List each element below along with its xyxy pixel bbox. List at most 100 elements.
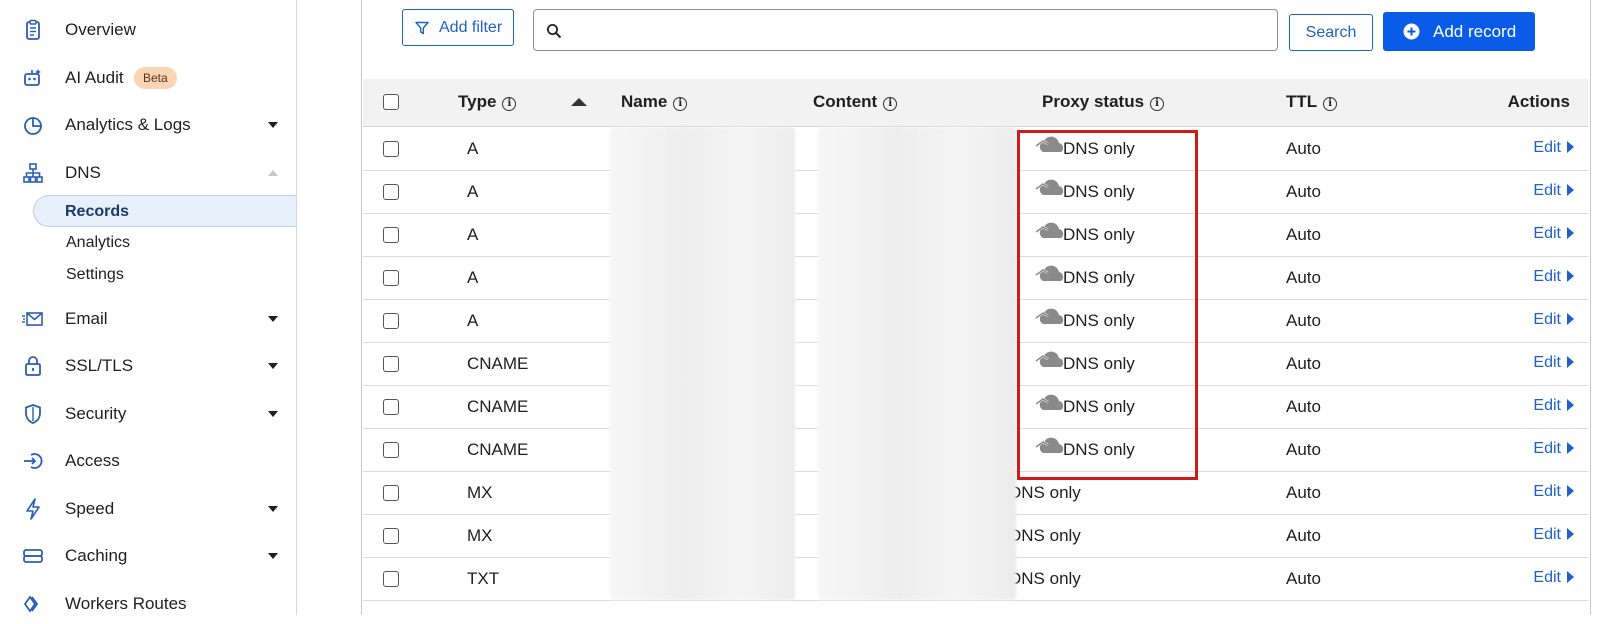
chevron-down-icon[interactable]: [268, 553, 278, 559]
search-field[interactable]: [533, 9, 1278, 51]
column-header-proxy-status[interactable]: Proxy status i: [1042, 92, 1165, 112]
edit-record-link[interactable]: Edit: [1533, 311, 1574, 329]
edit-record-link[interactable]: Edit: [1533, 526, 1574, 544]
edit-label: Edit: [1533, 354, 1561, 371]
record-type: CNAME: [467, 397, 529, 416]
row-checkbox[interactable]: [383, 442, 399, 458]
proxy-status: DNS only: [1009, 483, 1081, 502]
edit-label: Edit: [1533, 139, 1561, 156]
row-checkbox[interactable]: [383, 141, 399, 157]
sidebar-item-speed[interactable]: Speed: [0, 489, 296, 529]
row-checkbox[interactable]: [383, 313, 399, 329]
edit-record-link[interactable]: Edit: [1533, 354, 1574, 372]
caret-right-icon: [1567, 141, 1574, 153]
chevron-down-icon[interactable]: [268, 506, 278, 512]
record-type: A: [467, 182, 479, 201]
storage-icon: [22, 545, 44, 567]
sidebar-item-label: Caching: [65, 546, 128, 565]
edit-label: Edit: [1533, 526, 1561, 543]
network-tree-icon: [22, 162, 44, 184]
column-header-content[interactable]: Content i: [813, 92, 898, 112]
chevron-down-icon[interactable]: [268, 363, 278, 369]
ttl-value: Auto: [1286, 311, 1321, 330]
edit-label: Edit: [1533, 397, 1561, 414]
column-header-type[interactable]: Type i: [458, 92, 517, 112]
edit-record-link[interactable]: Edit: [1533, 182, 1574, 200]
proxy-status: DNS only: [1063, 268, 1135, 287]
sidebar-subitem-records[interactable]: Records: [33, 195, 296, 227]
column-header-actions: Actions: [1507, 92, 1570, 111]
row-checkbox[interactable]: [383, 227, 399, 243]
row-checkbox[interactable]: [383, 270, 399, 286]
info-icon[interactable]: i: [502, 97, 517, 111]
edit-record-link[interactable]: Edit: [1533, 139, 1574, 157]
search-button[interactable]: Search: [1289, 14, 1373, 51]
info-icon[interactable]: i: [1323, 97, 1338, 111]
sidebar-item-security[interactable]: Security: [0, 394, 296, 434]
sidebar-subitem-label: Records: [65, 203, 130, 220]
proxy-status: DNS only: [1063, 397, 1135, 416]
select-all-checkbox[interactable]: [383, 94, 399, 110]
sidebar-item-email[interactable]: Email: [0, 299, 296, 339]
edit-record-link[interactable]: Edit: [1533, 225, 1574, 243]
row-checkbox[interactable]: [383, 485, 399, 501]
sidebar-item-access[interactable]: Access: [0, 441, 296, 481]
caret-right-icon: [1567, 270, 1574, 282]
info-icon[interactable]: i: [1150, 97, 1165, 111]
row-checkbox[interactable]: [383, 356, 399, 372]
row-checkbox[interactable]: [383, 184, 399, 200]
shield-icon: [22, 403, 44, 425]
ttl-value: Auto: [1286, 483, 1321, 502]
edit-label: Edit: [1533, 569, 1561, 586]
sidebar-item-analytics-logs[interactable]: Analytics & Logs: [0, 105, 296, 145]
edit-label: Edit: [1533, 268, 1561, 285]
ttl-value: Auto: [1286, 569, 1321, 588]
ttl-value: Auto: [1286, 526, 1321, 545]
add-record-label: Add record: [1433, 22, 1517, 41]
caret-right-icon: [1567, 313, 1574, 325]
sort-ascending-icon[interactable]: [571, 98, 587, 106]
column-header-name[interactable]: Name i: [621, 92, 688, 112]
sidebar-subitem-analytics[interactable]: Analytics: [33, 227, 296, 259]
add-filter-button[interactable]: Add filter: [402, 9, 514, 46]
chevron-down-icon[interactable]: [268, 316, 278, 322]
column-header-ttl[interactable]: TTL i: [1286, 92, 1338, 112]
sidebar-item-overview[interactable]: Overview: [0, 10, 296, 50]
beta-badge: Beta: [134, 67, 177, 89]
search-icon: [547, 24, 562, 39]
pie-chart-icon: [22, 114, 44, 136]
chevron-down-icon[interactable]: [268, 411, 278, 417]
workers-icon: [22, 593, 44, 615]
sidebar-item-label: AI Audit: [65, 68, 124, 87]
sidebar-item-caching[interactable]: Caching: [0, 536, 296, 576]
edit-record-link[interactable]: Edit: [1533, 397, 1574, 415]
chevron-up-icon[interactable]: [268, 170, 278, 176]
edit-record-link[interactable]: Edit: [1533, 483, 1574, 501]
chevron-down-icon[interactable]: [268, 122, 278, 128]
sidebar-subitem-label: Analytics: [66, 234, 131, 251]
info-icon[interactable]: i: [883, 97, 898, 111]
edit-label: Edit: [1533, 182, 1561, 199]
record-type: TXT: [467, 569, 500, 588]
proxy-status: DNS only: [1063, 311, 1135, 330]
caret-right-icon: [1567, 528, 1574, 540]
sidebar-item-workers-routes[interactable]: Workers Routes: [0, 584, 296, 624]
sidebar-item-ai-audit[interactable]: AI Audit Beta: [0, 58, 296, 98]
ttl-value: Auto: [1286, 182, 1321, 201]
sidebar-item-dns[interactable]: DNS: [0, 153, 296, 193]
row-checkbox[interactable]: [383, 571, 399, 587]
sidebar: Overview AI Audit Beta Analytics & Logs …: [0, 0, 297, 615]
robot-icon: [22, 67, 44, 89]
edit-record-link[interactable]: Edit: [1533, 268, 1574, 286]
sidebar-subitem-settings[interactable]: Settings: [33, 259, 296, 291]
sidebar-item-ssl-tls[interactable]: SSL/TLS: [0, 346, 296, 386]
row-checkbox[interactable]: [383, 528, 399, 544]
record-type: A: [467, 139, 479, 158]
info-icon[interactable]: i: [673, 97, 688, 111]
edit-record-link[interactable]: Edit: [1533, 440, 1574, 458]
add-record-button[interactable]: Add record: [1383, 12, 1535, 51]
edit-record-link[interactable]: Edit: [1533, 569, 1574, 587]
ttl-value: Auto: [1286, 268, 1321, 287]
search-input[interactable]: [570, 16, 1264, 46]
row-checkbox[interactable]: [383, 399, 399, 415]
